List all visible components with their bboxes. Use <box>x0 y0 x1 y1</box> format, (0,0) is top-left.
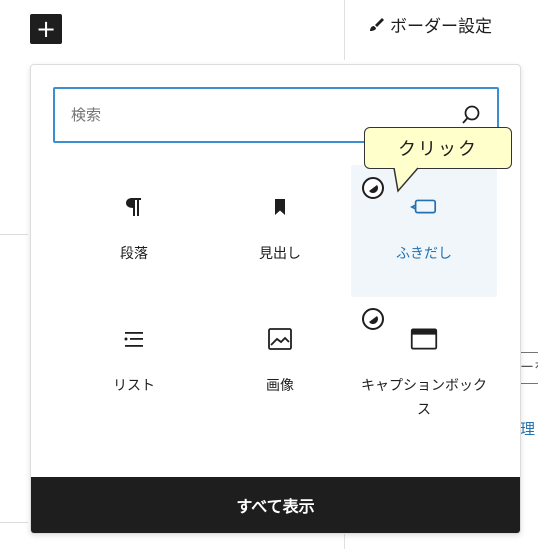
border-setting-label: ボーダー設定 <box>390 17 492 37</box>
search-icon[interactable] <box>459 103 483 127</box>
block-item-heading[interactable]: 見出し <box>207 165 353 297</box>
panel-divider <box>344 0 345 60</box>
border-setting-heading[interactable]: ボーダー設定 <box>368 12 492 37</box>
block-label: 画像 <box>266 378 294 394</box>
block-item-image[interactable]: 画像 <box>207 297 353 429</box>
brush-icon <box>370 17 384 31</box>
bookmark-icon <box>266 193 294 221</box>
block-label: リスト <box>113 378 155 394</box>
callout-tail <box>393 167 419 193</box>
block-label: キャプションボックス <box>361 378 487 418</box>
plugin-badge-icon <box>362 308 384 330</box>
caption-box-icon <box>410 325 438 353</box>
settings-link-peek[interactable]: 理く <box>520 418 538 439</box>
block-item-paragraph[interactable]: 段落 <box>61 165 207 297</box>
block-item-list[interactable]: リスト <box>61 297 207 429</box>
block-label: 段落 <box>120 246 148 262</box>
add-block-button[interactable]: + <box>30 14 62 44</box>
editor-divider <box>0 234 28 235</box>
block-label: 見出し <box>259 246 301 262</box>
click-annotation-callout: クリック <box>364 127 512 169</box>
plugin-badge-icon <box>362 177 384 199</box>
speech-bubble-icon <box>410 193 438 221</box>
block-label: ふきだし <box>396 246 452 262</box>
show-all-button[interactable]: すべて表示 <box>31 477 520 533</box>
paragraph-icon <box>120 193 148 221</box>
image-icon <box>266 325 294 353</box>
list-icon <box>120 325 148 353</box>
editor-divider-bottom <box>0 522 28 523</box>
